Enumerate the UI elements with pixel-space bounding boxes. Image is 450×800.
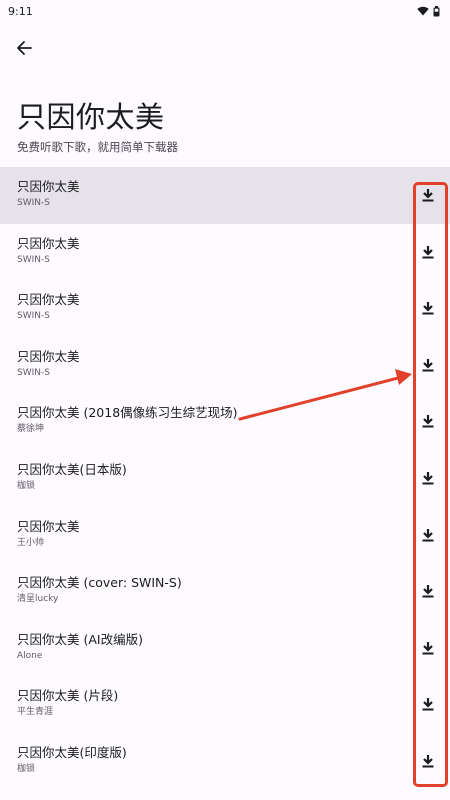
song-artist: SWIN-S [17, 367, 50, 378]
download-button[interactable] [418, 469, 438, 487]
download-icon [422, 471, 434, 485]
status-time: 9:11 [8, 4, 33, 18]
song-artist: 蔡徐坤 [17, 424, 45, 435]
status-icons [417, 5, 440, 17]
song-title: 只因你太美 (cover: SWIN-S) [17, 575, 182, 591]
download-icon [422, 528, 434, 542]
song-text: 只因你太美 SWIN-S [17, 179, 80, 209]
song-row[interactable]: 只因你太美 SWIN-S [0, 337, 450, 394]
song-artist: Alone [17, 650, 43, 661]
song-artist: SWIN-S [17, 254, 50, 265]
song-row[interactable]: 只因你太美 王小帅 [0, 507, 450, 564]
song-artist: 清呈lucky [17, 594, 59, 605]
download-icon [422, 415, 434, 428]
song-artist: 枷锁 [17, 763, 36, 774]
download-icon [422, 358, 434, 372]
download-button[interactable] [418, 412, 438, 430]
wifi-icon [417, 6, 429, 16]
song-artist: SWIN-S [17, 198, 50, 208]
song-title: 只因你太美 (2018偶像练习生综艺现场) [17, 405, 238, 421]
song-title: 只因你太美(印度版) [17, 744, 127, 760]
download-button[interactable] [418, 356, 438, 374]
download-icon [422, 585, 434, 598]
song-text: 只因你太美(日本版) 枷锁 [17, 462, 127, 492]
song-title: 只因你太美 [17, 179, 80, 194]
song-text: 只因你太美 (AI改编版) Alone [17, 632, 143, 662]
download-button[interactable] [418, 526, 438, 544]
song-row[interactable]: 只因你太美 SWIN-S [0, 280, 450, 337]
song-row[interactable]: 只因你太美 SWIN-S [0, 167, 450, 224]
download-icon [422, 245, 434, 259]
status-bar: 9:11 [0, 0, 450, 22]
download-button[interactable] [418, 299, 438, 317]
download-icon [422, 698, 434, 711]
download-button[interactable] [418, 243, 438, 261]
battery-icon [433, 5, 440, 16]
song-text: 只因你太美 SWIN-S [17, 292, 80, 322]
download-button[interactable] [418, 752, 438, 770]
song-text: 只因你太美(印度版) 枷锁 [17, 745, 127, 775]
page-subtitle: 免费听歌下歌，就用简单下载器 [17, 140, 178, 154]
song-text: 只因你太美 SWIN-S [17, 349, 80, 379]
song-title: 只因你太美 [17, 292, 80, 308]
download-icon [422, 754, 434, 768]
song-artist: SWIN-S [17, 311, 50, 322]
song-title: 只因你太美 [17, 235, 80, 251]
song-text: 只因你太美 王小帅 [17, 519, 80, 549]
download-icon [422, 189, 434, 202]
song-row[interactable]: 只因你太美 (cover: SWIN-S) 清呈lucky [0, 563, 450, 620]
song-artist: 王小帅 [17, 537, 45, 548]
song-text: 只因你太美 (片段) 平生青涯 [17, 688, 118, 718]
download-button[interactable] [418, 582, 438, 600]
back-button[interactable] [10, 34, 38, 62]
download-button[interactable] [418, 639, 438, 657]
song-row[interactable]: 只因你太美 (AI改编版) Alone [0, 620, 450, 677]
song-row[interactable]: 只因你太美(印度版) 枷锁 [0, 733, 450, 790]
song-row[interactable]: 只因你太美(日本版) 枷锁 [0, 450, 450, 507]
song-title: 只因你太美 [17, 518, 80, 534]
download-button[interactable] [418, 186, 438, 204]
song-title: 只因你太美 [17, 348, 80, 364]
arrow-left-icon [17, 41, 32, 55]
song-row[interactable]: 只因你太美 SWIN-S [0, 224, 450, 281]
download-button[interactable] [418, 695, 438, 713]
song-row[interactable]: 只因你太美 (2018偶像练习生综艺现场) 蔡徐坤 [0, 393, 450, 450]
song-artist: 枷锁 [17, 480, 36, 491]
song-list: 只因你太美 SWIN-S 只因你太美 SWIN-S 只因你太美 SWIN-S 只… [0, 167, 450, 790]
song-title: 只因你太美 (AI改编版) [17, 631, 143, 647]
song-artist: 平生青涯 [17, 707, 54, 718]
song-title: 只因你太美 (片段) [17, 688, 119, 704]
song-row[interactable]: 只因你太美 (片段) 平生青涯 [0, 676, 450, 733]
song-title: 只因你太美(日本版) [17, 461, 127, 477]
download-icon [422, 641, 434, 655]
download-icon [422, 302, 434, 315]
song-text: 只因你太美 (cover: SWIN-S) 清呈lucky [17, 575, 182, 605]
song-text: 只因你太美 SWIN-S [17, 236, 80, 266]
page-title: 只因你太美 [17, 100, 165, 134]
song-text: 只因你太美 (2018偶像练习生综艺现场) 蔡徐坤 [17, 405, 238, 435]
